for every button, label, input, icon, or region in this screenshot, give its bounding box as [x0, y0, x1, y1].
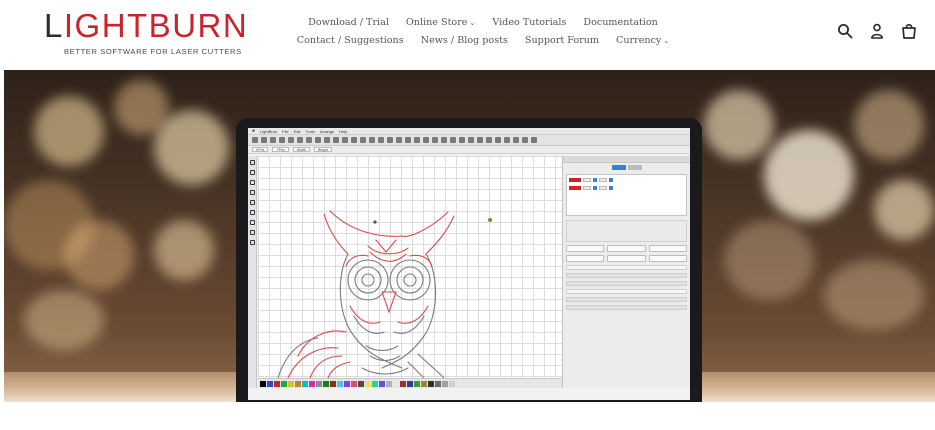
search-icon[interactable]: [837, 23, 853, 39]
palette-swatch[interactable]: [267, 380, 273, 387]
menu-item: Help: [339, 128, 348, 134]
palette-swatch[interactable]: [442, 380, 448, 387]
nav-row-1: Download / Trial Online Store ⌄ Video Tut…: [298, 13, 668, 31]
palette-swatch[interactable]: [414, 380, 420, 387]
color-palette: [258, 378, 562, 388]
tool-sidebar: [248, 156, 257, 388]
field-label: Height: [313, 147, 332, 152]
nav-label: Currency: [616, 34, 662, 46]
palette-swatch[interactable]: [449, 380, 455, 387]
palette-swatch[interactable]: [316, 380, 322, 387]
nav-label: Documentation: [583, 16, 658, 28]
bokeh-light: [874, 180, 934, 240]
palette-swatch[interactable]: [344, 380, 350, 387]
chevron-down-icon: ⌄: [663, 36, 670, 45]
palette-swatch[interactable]: [428, 380, 434, 387]
palette-swatch[interactable]: [372, 380, 378, 387]
palette-swatch[interactable]: [274, 380, 280, 387]
bokeh-light: [724, 220, 814, 300]
apple-icon: ●: [252, 128, 256, 134]
bokeh-light: [854, 90, 924, 160]
field-label: Width: [292, 147, 310, 152]
nav-video-tutorials[interactable]: Video Tutorials: [492, 17, 566, 28]
palette-swatch[interactable]: [323, 380, 329, 387]
palette-swatch[interactable]: [309, 380, 315, 387]
app-toolbar: [248, 135, 690, 146]
logo-letters: IGHTBURN: [63, 7, 249, 44]
laptop: ● LightBurn File Edit Tools Arrange Help…: [236, 118, 702, 402]
logo-wordmark: LIGHTBURN: [44, 8, 248, 44]
bokeh-light: [154, 110, 229, 185]
menu-item: Tools: [305, 128, 315, 134]
logo-tagline: BETTER SOFTWARE FOR LASER CUTTERS: [64, 47, 242, 56]
nav-label: Video Tutorials: [492, 16, 567, 28]
nav-currency[interactable]: Currency ⌄: [616, 35, 669, 46]
nav-online-store[interactable]: Online Store ⌄: [406, 17, 475, 28]
field-label: YPos: [272, 147, 289, 152]
account-icon[interactable]: [869, 23, 885, 39]
nav-documentation[interactable]: Documentation: [583, 17, 657, 28]
palette-swatch[interactable]: [351, 380, 357, 387]
bokeh-light: [824, 260, 924, 330]
menu-item: Edit: [293, 128, 301, 134]
nav-download-trial[interactable]: Download / Trial: [308, 17, 389, 28]
nav-news-blog[interactable]: News / Blog posts: [421, 35, 508, 46]
cart-icon[interactable]: [901, 23, 917, 39]
palette-swatch[interactable]: [379, 380, 385, 387]
palette-swatch[interactable]: [337, 380, 343, 387]
owl-illustration: [277, 210, 492, 378]
palette-swatch[interactable]: [260, 380, 266, 387]
app-workspace: [248, 156, 690, 388]
palette-swatch[interactable]: [435, 380, 441, 387]
main-nav: Download / Trial Online Store ⌄ Video Tut…: [297, 13, 669, 49]
site-logo[interactable]: LIGHTBURN BETTER SOFTWARE FOR LASER CUTT…: [44, 8, 256, 58]
app-menu-bar: ● LightBurn File Edit Tools Arrange Help: [248, 128, 690, 135]
palette-swatch[interactable]: [330, 380, 336, 387]
palette-swatch[interactable]: [288, 380, 294, 387]
palette-swatch[interactable]: [386, 380, 392, 387]
bokeh-light: [154, 220, 214, 280]
bokeh-light: [24, 290, 104, 350]
bokeh-light: [764, 130, 854, 220]
numeric-edits-bar: XPos YPos Width Height: [248, 146, 690, 154]
site-header: LIGHTBURN BETTER SOFTWARE FOR LASER CUTT…: [0, 0, 935, 70]
bokeh-light: [34, 96, 104, 166]
nav-label: Online Store: [405, 16, 468, 28]
nav-label: Contact / Suggestions: [296, 34, 404, 46]
palette-swatch[interactable]: [393, 380, 399, 387]
palette-swatch[interactable]: [302, 380, 308, 387]
nav-label: News / Blog posts: [420, 34, 508, 46]
field-label: XPos: [252, 147, 269, 152]
bokeh-light: [704, 90, 774, 160]
menu-item: Arrange: [319, 128, 335, 134]
palette-swatch[interactable]: [358, 380, 364, 387]
menu-item: LightBurn: [260, 128, 278, 134]
palette-swatch[interactable]: [365, 380, 371, 387]
nav-row-2: Contact / Suggestions News / Blog posts …: [297, 31, 669, 49]
logo-letter-l: L: [44, 7, 64, 44]
palette-swatch[interactable]: [421, 380, 427, 387]
palette-swatch[interactable]: [281, 380, 287, 387]
design-canvas: [258, 156, 562, 378]
nav-label: Download / Trial: [308, 16, 389, 28]
bokeh-light: [64, 220, 134, 290]
menu-item: File: [282, 128, 289, 134]
nav-contact-suggestions[interactable]: Contact / Suggestions: [297, 35, 404, 46]
palette-swatch[interactable]: [407, 380, 413, 387]
hero-banner: ● LightBurn File Edit Tools Arrange Help…: [4, 70, 935, 402]
nav-label: Support Forum: [524, 34, 599, 46]
layer-table: [566, 174, 687, 216]
laptop-screen: ● LightBurn File Edit Tools Arrange Help…: [248, 128, 690, 400]
nav-support-forum[interactable]: Support Forum: [525, 35, 599, 46]
chevron-down-icon: ⌄: [469, 18, 476, 27]
palette-swatch[interactable]: [295, 380, 301, 387]
app-cuts-panel: [562, 156, 690, 388]
header-icons: [837, 23, 917, 39]
palette-swatch[interactable]: [400, 380, 406, 387]
